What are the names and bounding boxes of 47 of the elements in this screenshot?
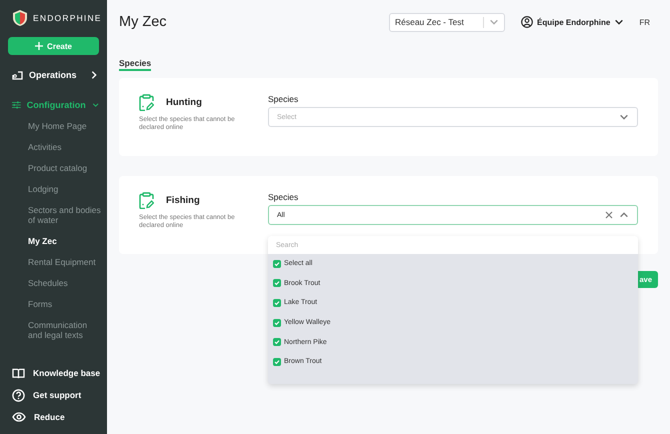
clipboard-edit-icon xyxy=(139,94,154,111)
nav-item[interactable]: Activities xyxy=(0,138,107,157)
checkbox[interactable] xyxy=(273,318,281,327)
field-label: Species xyxy=(268,192,300,202)
logo-icon xyxy=(13,10,27,26)
nav-item[interactable]: Forms xyxy=(0,295,107,314)
section-title: Hunting xyxy=(166,97,202,108)
user-menu[interactable]: Équipe Endorphine xyxy=(520,16,624,28)
help-icon xyxy=(12,388,25,402)
nav-item[interactable]: Sectors and bodies of water xyxy=(0,201,107,230)
checkbox[interactable] xyxy=(273,338,281,346)
book-icon xyxy=(12,368,25,378)
language-link[interactable]: FR xyxy=(639,18,650,26)
footer-link[interactable]: Get support xyxy=(0,384,107,406)
chevron-icon xyxy=(619,112,629,122)
logo-text: ENDORPHINE xyxy=(33,13,102,23)
plus-icon xyxy=(35,42,44,50)
footer-link[interactable]: Knowledge base xyxy=(0,362,107,384)
nav-item[interactable]: My Home Page xyxy=(0,117,107,136)
checkbox[interactable] xyxy=(273,298,281,307)
tab[interactable]: Species xyxy=(119,58,152,71)
clipboard-edit-icon xyxy=(139,192,154,209)
checkbox[interactable] xyxy=(273,279,281,288)
chevron-icon xyxy=(488,17,499,27)
checkbox[interactable] xyxy=(273,358,281,366)
chevron-icon xyxy=(614,17,624,27)
nav-item[interactable]: Communication and legal texts xyxy=(0,316,107,345)
page-title: My Zec xyxy=(119,14,168,30)
nav-item[interactable]: Product catalog xyxy=(0,159,107,178)
eye-icon xyxy=(12,412,26,422)
section-title: Fishing xyxy=(166,195,200,206)
chevron-icon xyxy=(619,210,629,220)
network-select[interactable]: Réseau Zec - Test xyxy=(388,12,505,32)
clear-icon[interactable] xyxy=(605,211,613,219)
nav-item[interactable]: My Zec xyxy=(0,232,107,251)
nav-group[interactable]: Operations xyxy=(0,65,107,85)
nav-item[interactable]: Rental Equipment xyxy=(0,253,107,272)
footer-link[interactable]: Reduce xyxy=(0,406,107,428)
checkbox[interactable] xyxy=(273,260,281,268)
field-label: Species xyxy=(268,94,300,104)
nav-group[interactable]: Configuration xyxy=(0,95,107,115)
monitor-icon xyxy=(12,70,23,80)
nav-item[interactable]: Schedules xyxy=(0,274,107,293)
user-icon xyxy=(520,16,533,28)
nav-item[interactable]: Lodging xyxy=(0,180,107,199)
sliders-icon xyxy=(12,100,21,110)
chevron-icon xyxy=(89,70,99,80)
